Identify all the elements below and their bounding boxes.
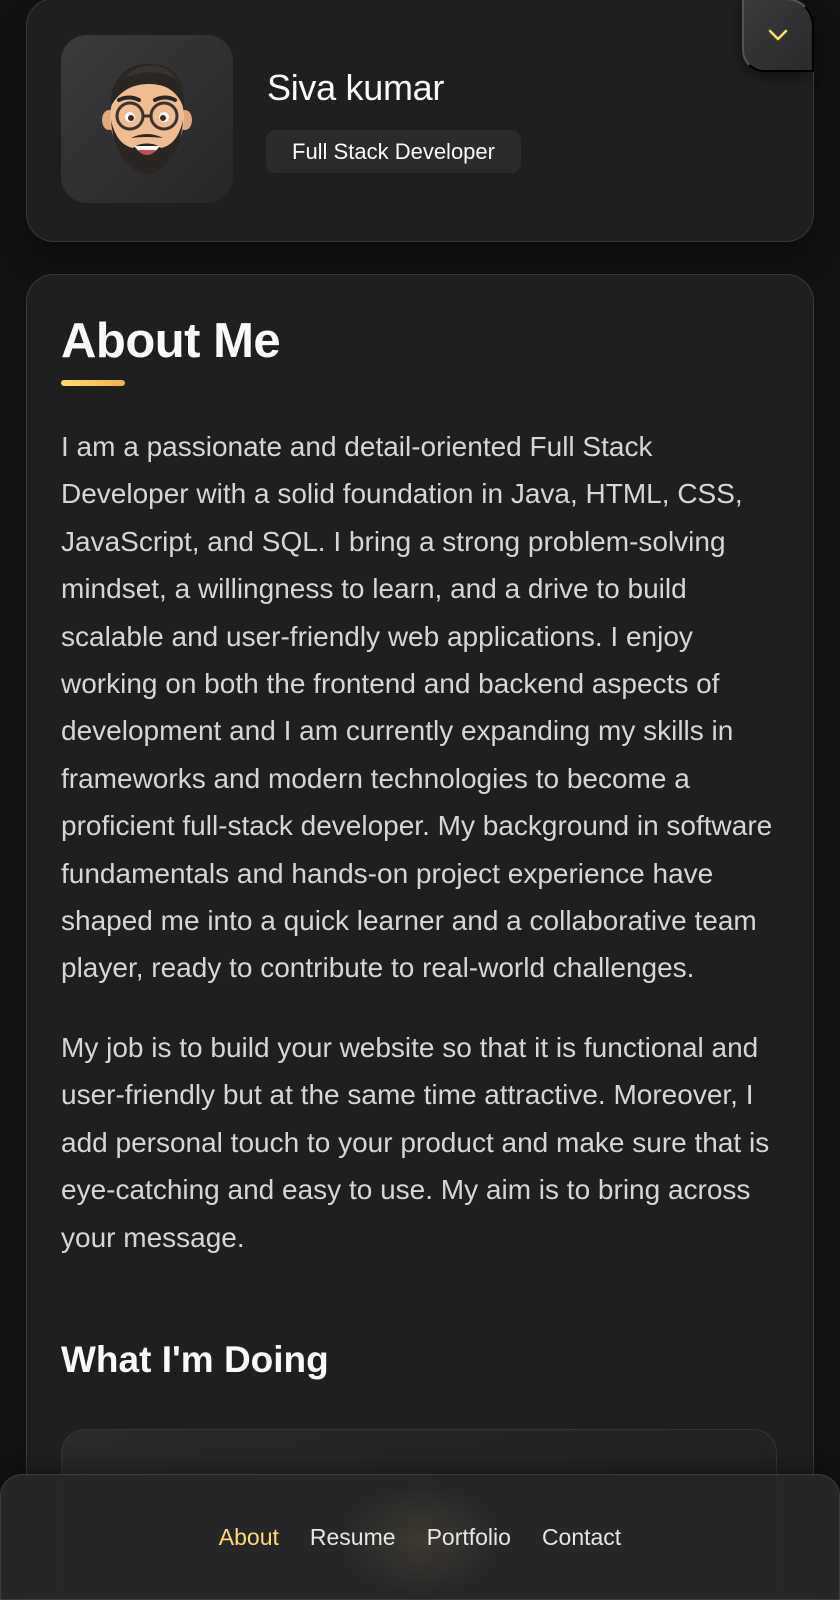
avatar — [61, 35, 233, 203]
about-paragraph-1: I am a passionate and detail-oriented Fu… — [61, 431, 773, 984]
heading-underline — [61, 380, 125, 386]
memoji-avatar-icon — [102, 63, 192, 174]
nav-about[interactable]: About — [219, 1524, 279, 1551]
show-contacts-button[interactable] — [742, 0, 814, 72]
page: Siva kumar Full Stack Developer About Me… — [0, 0, 840, 1600]
bottom-navbar: About Resume Portfolio Contact — [0, 1474, 840, 1600]
about-text: I am a passionate and detail-oriented Fu… — [61, 423, 786, 1293]
navbar-list: About Resume Portfolio Contact — [219, 1524, 621, 1551]
about-paragraph-2: My job is to build your website so that … — [61, 1031, 770, 1253]
nav-contact[interactable]: Contact — [542, 1524, 621, 1551]
about-heading: About Me — [61, 314, 281, 368]
about-article: About Me I am a passionate and detail-or… — [26, 274, 814, 1600]
nav-portfolio[interactable]: Portfolio — [427, 1524, 511, 1551]
nav-resume[interactable]: Resume — [310, 1524, 396, 1551]
services-heading: What I'm Doing — [61, 1339, 329, 1380]
profile-name: Siva kumar — [267, 67, 445, 108]
chevron-down-icon — [768, 29, 788, 41]
profile-card: Siva kumar Full Stack Developer — [26, 0, 814, 242]
profile-title-badge: Full Stack Developer — [266, 130, 521, 173]
